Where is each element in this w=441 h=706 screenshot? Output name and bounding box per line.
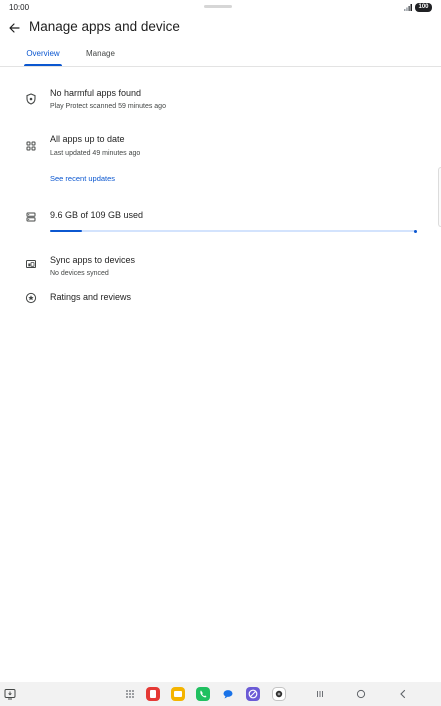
storage-progress-fill [50, 230, 83, 232]
recents-button[interactable] [313, 687, 327, 701]
ratings-reviews-title: Ratings and reviews [50, 292, 132, 302]
app-bar: Manage apps and device [0, 18, 441, 40]
play-protect-status: Play Protect scanned 59 minutes ago [50, 103, 166, 110]
storage-icon [26, 212, 36, 222]
tab-manage[interactable]: Manage [86, 49, 115, 58]
messages-icon[interactable] [221, 687, 235, 701]
updates-title: All apps up to date [50, 134, 125, 144]
purple-app-icon[interactable] [246, 687, 260, 701]
status-time: 10:00 [9, 3, 30, 12]
red-app-icon[interactable] [146, 687, 160, 701]
phone-icon[interactable] [196, 687, 210, 701]
drag-handle[interactable] [204, 5, 232, 8]
play-protect-title: No harmful apps found [50, 88, 142, 98]
star-circle-icon [25, 292, 37, 304]
updates-status: Last updated 49 minutes ago [50, 150, 141, 157]
back-arrow-icon[interactable] [8, 22, 20, 34]
sync-devices-icon [26, 260, 36, 268]
tab-bar: Overview Manage [0, 45, 441, 67]
storage-progress-bar [50, 229, 417, 233]
app-drawer-icon[interactable] [123, 687, 137, 701]
back-button[interactable] [396, 687, 410, 701]
storage-progress-end [414, 229, 417, 233]
navigation-bar [0, 682, 441, 706]
camera-icon[interactable] [272, 687, 286, 701]
shield-icon [26, 93, 36, 105]
storage-used-label: 9.6 GB of 109 GB used [50, 210, 144, 220]
screenshot-tray-icon[interactable] [3, 687, 17, 701]
battery-icon: 100 [415, 3, 432, 12]
apps-grid-icon [26, 141, 36, 151]
sync-devices-status: No devices synced [50, 270, 109, 277]
status-bar: 10:00 100 [0, 0, 441, 16]
home-button[interactable] [354, 687, 368, 701]
yellow-notes-icon[interactable] [171, 687, 185, 701]
see-recent-updates-link[interactable]: See recent updates [50, 174, 115, 183]
signal-icon [404, 4, 412, 11]
tab-overview[interactable]: Overview [25, 49, 61, 58]
tab-selected-indicator [24, 64, 62, 66]
page-title: Manage apps and device [29, 19, 180, 34]
sync-devices-title: Sync apps to devices [50, 255, 136, 265]
